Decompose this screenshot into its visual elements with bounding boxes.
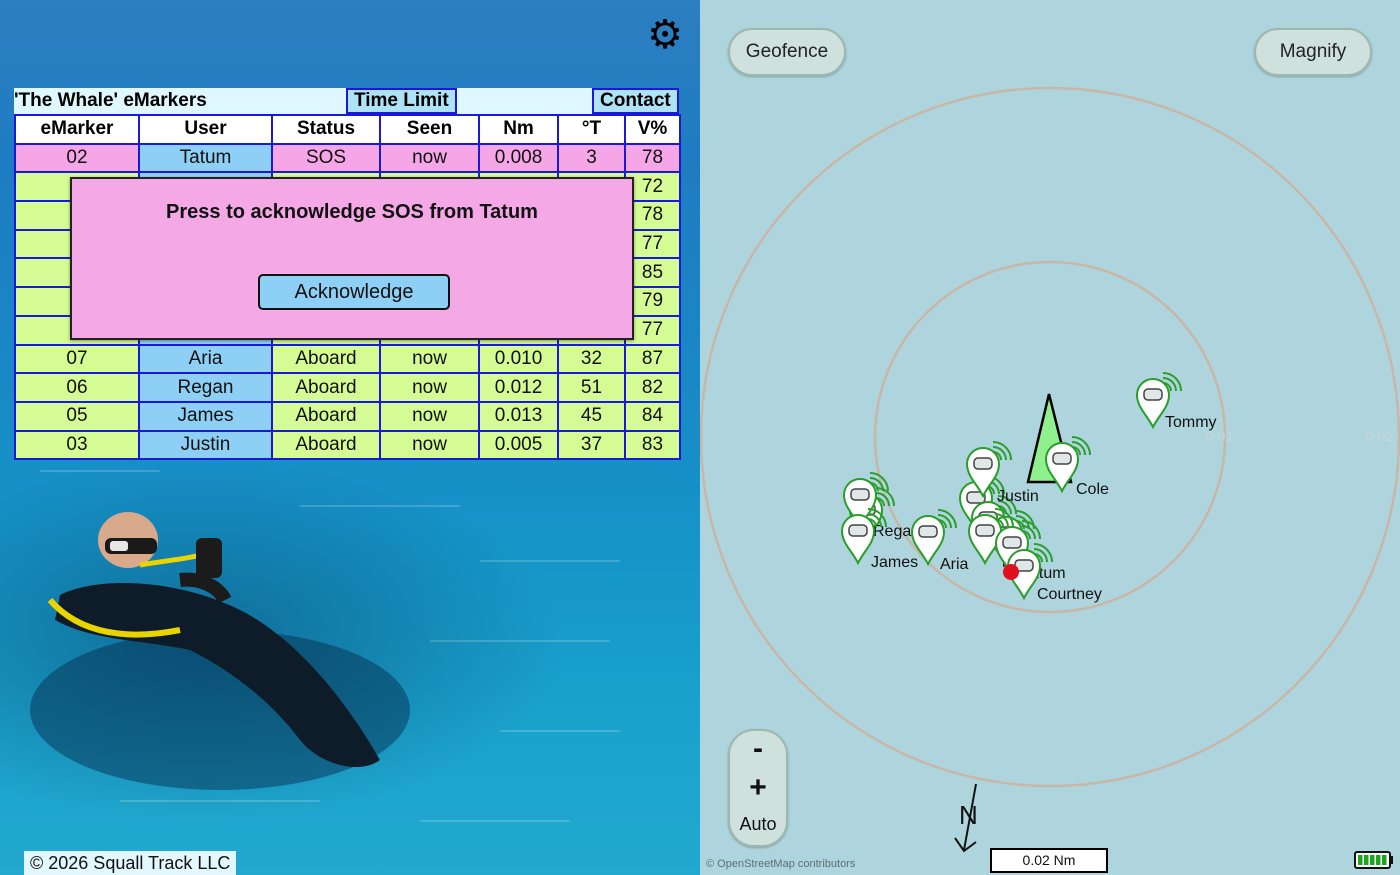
cell-status: Aboard (271, 343, 381, 375)
water-ripple (430, 640, 610, 642)
copyright-notice: © 2026 Squall Track LLC (24, 851, 237, 875)
scale-bar: 0.02 Nm (990, 848, 1108, 873)
diver-name-label: Aria (940, 556, 969, 573)
cell-seen: now (379, 400, 480, 432)
north-label: N (959, 800, 978, 830)
zoom-auto-button[interactable]: Auto (730, 811, 786, 837)
water-ripple (420, 820, 570, 822)
cell-status: Aboard (271, 429, 381, 461)
boat-title: 'The Whale' eMarkers (14, 90, 207, 111)
water-ripple (120, 800, 320, 802)
sos-dialog: Press to acknowledge SOS from Tatum Ackn… (70, 177, 634, 340)
water-ripple (480, 560, 620, 562)
table-row[interactable]: 07 Aria Aboard now 0.010 32 87 (14, 343, 681, 375)
cell-bearing: 32 (557, 343, 626, 375)
cell-emarker: 07 (14, 343, 140, 375)
water-ripple (500, 730, 620, 732)
diver-name-label: Courtney (1037, 586, 1102, 603)
cell-voltage: 83 (624, 429, 681, 461)
cell-nm: 0.005 (478, 429, 559, 461)
map-canvas[interactable]: 0.01 0.02 TommyColeJustinReganJames AriaT… (700, 0, 1400, 875)
cell-emarker: 03 (14, 429, 140, 461)
magnify-button[interactable]: Magnify (1254, 28, 1372, 76)
table-header-row: eMarker User Status Seen Nm °T V% (14, 114, 681, 145)
cell-seen: now (379, 142, 480, 174)
zoom-in-button[interactable]: + (730, 771, 786, 805)
cell-nm: 0.012 (478, 372, 559, 403)
table-row[interactable]: 06 Regan Aboard now 0.012 51 82 (14, 372, 681, 403)
cell-seen: now (379, 429, 480, 461)
acknowledge-button[interactable]: Acknowledge (258, 274, 450, 310)
geofence-button[interactable]: Geofence (728, 28, 846, 76)
range-ring-label-outer: 0.02 (1366, 428, 1393, 444)
cell-nm: 0.010 (478, 343, 559, 375)
gear-icon[interactable]: ⚙ (644, 14, 686, 56)
cell-emarker: 05 (14, 400, 140, 432)
cell-bearing: 45 (557, 400, 626, 432)
cell-voltage: 82 (624, 372, 681, 403)
diver-name-label: James (871, 554, 918, 571)
table-row[interactable]: 03 Justin Aboard now 0.005 37 83 (14, 429, 681, 461)
cell-bearing: 37 (557, 429, 626, 461)
column-header-bearing[interactable]: °T (557, 114, 626, 145)
table-row[interactable]: 02 Tatum SOS now 0.008 3 78 (14, 142, 681, 174)
diver-photo (30, 512, 410, 790)
cell-voltage: 84 (624, 400, 681, 432)
cell-bearing: 51 (557, 372, 626, 403)
table-header-bar: 'The Whale' eMarkers Time Limit Contact (14, 88, 679, 114)
water-ripple (40, 470, 160, 472)
osm-attribution[interactable]: © OpenStreetMap contributors (706, 858, 855, 870)
column-header-emarker[interactable]: eMarker (14, 114, 140, 145)
zoom-control: - + Auto (728, 729, 788, 847)
diver-name-label: Tommy (1165, 414, 1217, 431)
cell-seen: now (379, 372, 480, 403)
battery-icon (1354, 851, 1393, 869)
map-panel[interactable]: 0.01 0.02 Tommy Cole Justin Regan James Aria T… (700, 0, 1400, 875)
cell-emarker: 02 (14, 142, 140, 174)
cell-nm: 0.013 (478, 400, 559, 432)
cell-user: Tatum (138, 142, 273, 174)
column-header-status[interactable]: Status (271, 114, 381, 145)
diver-name-label: Justin (997, 488, 1039, 505)
table-row[interactable]: 05 James Aboard now 0.013 45 84 (14, 400, 681, 432)
sos-location-dot[interactable] (1003, 564, 1019, 580)
cell-user: James (138, 400, 273, 432)
cell-status: SOS (271, 142, 381, 174)
sos-message: Press to acknowledge SOS from Tatum (166, 201, 538, 223)
column-header-nm[interactable]: Nm (478, 114, 559, 145)
column-header-user[interactable]: User (138, 114, 273, 145)
diver-name-label: Cole (1076, 481, 1109, 498)
cell-emarker: 06 (14, 372, 140, 403)
cell-bearing: 3 (557, 142, 626, 174)
cell-seen: now (379, 343, 480, 375)
cell-status: Aboard (271, 400, 381, 432)
time-limit-button[interactable]: Time Limit (346, 88, 457, 114)
cell-voltage: 78 (624, 142, 681, 174)
cell-user: Justin (138, 429, 273, 461)
north-arrow-icon: N (954, 783, 978, 853)
camera-photo-panel: ⚙ 'The Whale' eMarkers Time Limit Contac… (0, 0, 700, 875)
cell-user: Aria (138, 343, 273, 375)
cell-status: Aboard (271, 372, 381, 403)
cell-user: Regan (138, 372, 273, 403)
diver-markers: TommyColeJustinReganJamesAriaTylerTatumC… (840, 372, 1217, 603)
zoom-out-button[interactable]: - (730, 733, 786, 765)
column-header-voltage[interactable]: V% (624, 114, 681, 145)
cell-voltage: 87 (624, 343, 681, 375)
contact-button[interactable]: Contact (592, 88, 679, 114)
column-header-seen[interactable]: Seen (379, 114, 480, 145)
cell-nm: 0.008 (478, 142, 559, 174)
